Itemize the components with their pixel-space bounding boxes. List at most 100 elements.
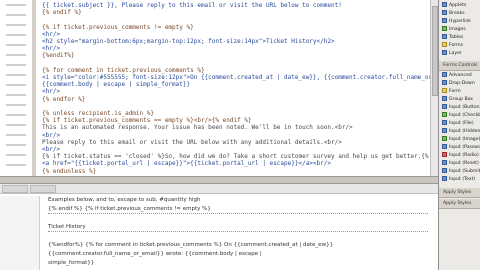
toolbox-item-label: Input (Checkbox): [449, 113, 480, 118]
toolbox-item-label: Input (Image): [449, 137, 480, 142]
line-number: [6, 104, 26, 106]
toolbox-item-icon: [442, 18, 447, 23]
preview-line: {%endfor%} {% for comment in ticket.prev…: [48, 242, 334, 248]
toolbox-item-label: Advanced: [449, 73, 472, 78]
toolbox-item-icon: [442, 26, 447, 31]
line-number: [6, 94, 26, 96]
toolbox-item[interactable]: Hyperlink: [442, 18, 480, 26]
toolbox-item[interactable]: Breaks: [442, 10, 480, 18]
line-number: [6, 64, 26, 66]
toolbox-item[interactable]: Input (Hidden): [442, 128, 480, 136]
editor-vertical-scrollbar[interactable]: [430, 0, 438, 176]
line-number: [6, 134, 26, 136]
toolbox-item-label: Group Box: [449, 97, 473, 102]
preview-line: Examples below, and to, escape to sub, #…: [48, 197, 201, 203]
preview-tab[interactable]: [30, 185, 56, 193]
toolbox-item[interactable]: Group Box: [442, 96, 480, 104]
toolbox-item-icon: [442, 72, 447, 77]
preview-tab-strip: [0, 184, 438, 194]
toolbox-panel: Applets Breaks Hyperlink Images Tables Forms L…: [438, 0, 480, 270]
pane-splitter[interactable]: [0, 176, 438, 184]
toolbox-item-icon: [442, 96, 447, 101]
toolbox-item[interactable]: Form: [442, 88, 480, 96]
toolbox-item-icon: [442, 120, 447, 125]
line-number: [6, 24, 26, 26]
toolbox-item[interactable]: Advanced: [442, 72, 480, 80]
design-preview-pane[interactable]: Examples below, and to, escape to sub, #…: [0, 184, 438, 270]
toolbox-item-icon: [442, 2, 447, 7]
toolbox-item[interactable]: Input (Checkbox): [442, 112, 480, 120]
toolbox-group-header[interactable]: Forms Controls: [439, 61, 480, 71]
toolbox-item[interactable]: Layer: [442, 50, 480, 58]
toolbox-item-icon: [442, 34, 447, 39]
toolbox-item-icon: [442, 128, 447, 133]
toolbox-item-label: Hyperlink: [449, 19, 471, 24]
toolbox-item-label: Input (Button): [449, 105, 480, 110]
toolbox-item-icon: [442, 104, 447, 109]
toolbox-item-icon: [442, 88, 447, 93]
toolbox-item[interactable]: Forms: [442, 42, 480, 50]
rendered-preview: Examples below, and to, escape to sub, #…: [44, 196, 432, 270]
line-number: [6, 74, 26, 76]
toolbox-item-label: Drop-Down: [449, 81, 475, 86]
toolbox-item-label: Input (Reset): [449, 161, 479, 166]
toolbox-item-label: Applets: [449, 3, 467, 8]
toolbox-item-icon: [442, 168, 447, 173]
toolbox-item[interactable]: Input (File): [442, 120, 480, 128]
line-number: [6, 84, 26, 86]
line-number: [6, 34, 26, 36]
line-number: [6, 114, 26, 116]
toolbox-item[interactable]: Input (Button): [442, 104, 480, 112]
toolbox-item[interactable]: Input (Image): [442, 136, 480, 144]
preview-line: [48, 232, 428, 241]
code-line: {% endunless %}: [42, 167, 97, 175]
toolbox-item[interactable]: Input (Text): [442, 176, 480, 184]
toolbox-item-label: Input (Text): [449, 177, 476, 182]
toolbox-item[interactable]: Input (Reset): [442, 160, 480, 168]
toolbox-item-label: Input (Hidden): [449, 129, 480, 134]
toolbox-item-label: Tables: [449, 35, 464, 40]
toolbox-item-icon: [442, 50, 447, 55]
toolbox-item-label: Breaks: [449, 11, 465, 16]
line-number: [6, 124, 26, 126]
toolbox-item[interactable]: Input (Radio): [442, 152, 480, 160]
line-number: [6, 54, 26, 56]
line-number: [6, 14, 26, 16]
preview-line: {% endif %} {% if ticket.previous_commen…: [48, 205, 428, 214]
toolbox-item-label: Images: [449, 27, 466, 32]
line-number: [6, 154, 26, 156]
preview-line: Ticket History: [48, 223, 428, 232]
preview-tab[interactable]: [2, 185, 28, 193]
toolbox-item-icon: [442, 42, 447, 47]
preview-line: simple_format}}: [48, 260, 95, 266]
toolbox-item-icon: [442, 160, 447, 165]
toolbox-item-label: Input (Radio): [449, 153, 479, 158]
line-number: [6, 164, 26, 166]
toolbox-item[interactable]: Tables: [442, 34, 480, 42]
toolbox-item[interactable]: Applets: [442, 2, 480, 10]
toolbox-item-label: Input (File): [449, 121, 474, 126]
toolbox-item-icon: [442, 176, 447, 181]
code-editor[interactable]: {{ ticket.subject }}, Please reply to th…: [36, 0, 438, 176]
toolbox-item-label: Form: [449, 89, 461, 94]
preview-line: {{comment.creator.full_name_or_email}} w…: [48, 251, 262, 257]
toolbox-item-label: Forms: [449, 43, 463, 48]
toolbox-item[interactable]: Images: [442, 26, 480, 34]
line-number: [6, 44, 26, 46]
line-number-gutter: [0, 0, 32, 176]
toolbox-item[interactable]: Drop-Down: [442, 80, 480, 88]
toolbox-item-label: Input (Password): [449, 145, 480, 150]
line-number: [6, 144, 26, 146]
toolbox-item-label: Layer: [449, 51, 462, 56]
preview-left-margin: [0, 196, 40, 270]
toolbox-item-icon: [442, 10, 447, 15]
line-number: [6, 4, 26, 6]
toolbox-item-icon: [442, 144, 447, 149]
toolbox-group-header[interactable]: Apply Styles: [439, 188, 480, 198]
toolbox-item[interactable]: Input (Submit): [442, 168, 480, 176]
toolbox-item-icon: [442, 112, 447, 117]
toolbox-item-icon: [442, 136, 447, 141]
toolbox-group-header[interactable]: Apply Styles: [439, 199, 480, 209]
toolbox-item[interactable]: Input (Password): [442, 144, 480, 152]
preview-line: [48, 214, 428, 223]
